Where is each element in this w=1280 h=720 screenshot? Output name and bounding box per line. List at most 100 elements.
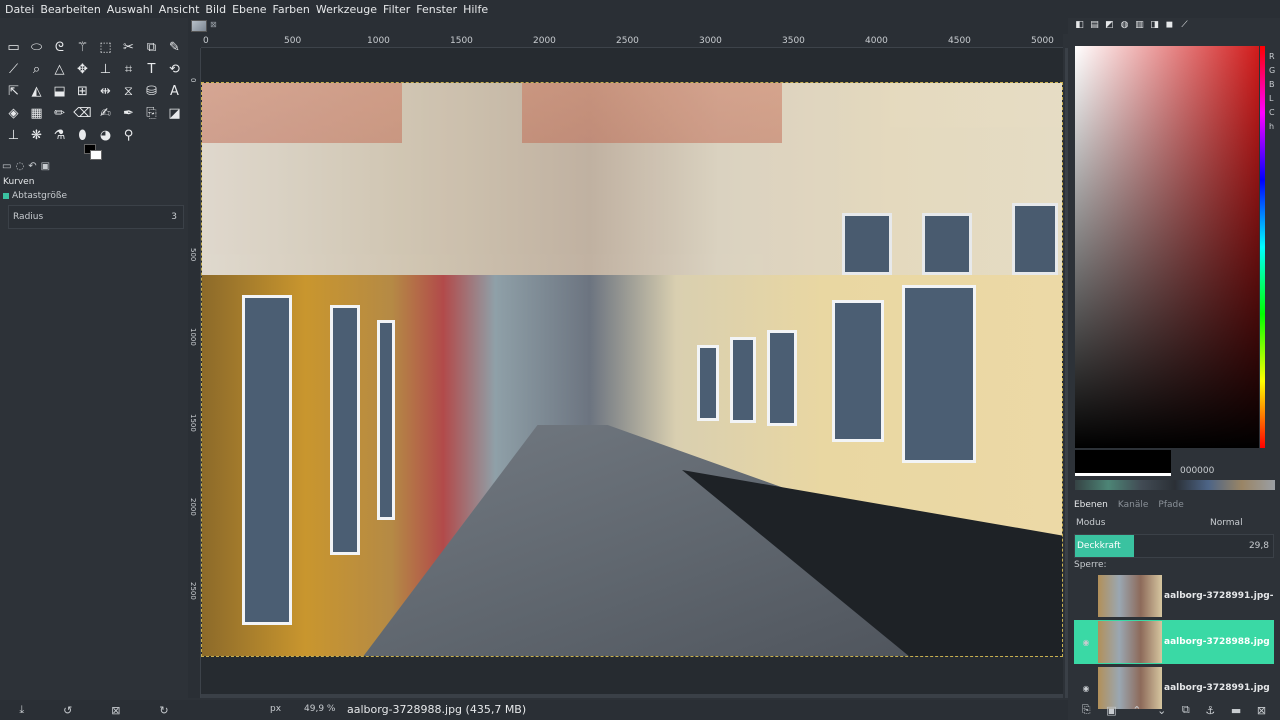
menu-werkzeuge[interactable]: Werkzeuge — [313, 3, 380, 16]
rect-select-icon[interactable]: ▭ — [2, 36, 25, 58]
hex-value[interactable]: 000000 — [1180, 466, 1214, 476]
transform-icon[interactable]: ⟲ — [163, 58, 186, 80]
channel-r[interactable]: R — [1269, 52, 1275, 61]
visibility-icon[interactable]: ◉ — [1074, 638, 1098, 647]
menu-ansicht[interactable]: Ansicht — [156, 3, 203, 16]
delete-layer-icon[interactable]: ⊠ — [1257, 704, 1266, 717]
bucket-fill-icon[interactable]: ⛁ — [140, 80, 163, 102]
cmyk-icon[interactable]: ▤ — [1089, 20, 1100, 31]
sample-size-checkbox[interactable] — [3, 193, 9, 199]
move-icon[interactable]: ✥ — [71, 58, 94, 80]
images-icon[interactable]: ▣ — [41, 161, 50, 172]
eyedropper-icon[interactable]: ⟋ — [1179, 20, 1190, 31]
zoom-icon[interactable]: ⌕ — [25, 58, 48, 80]
menu-fenster[interactable]: Fenster — [413, 3, 460, 16]
flip-icon[interactable]: ⇱ — [2, 80, 25, 102]
tool-options-icon[interactable]: ▭ — [2, 161, 11, 172]
burn-icon[interactable]: ⚲ — [117, 124, 140, 146]
stamp-icon[interactable]: ⊥ — [2, 124, 25, 146]
text-tool-icon[interactable]: A — [163, 80, 186, 102]
palette-icon[interactable]: ◨ — [1149, 20, 1160, 31]
menu-ebene[interactable]: Ebene — [229, 3, 269, 16]
channel-c[interactable]: C — [1269, 108, 1275, 117]
measure-icon[interactable]: △ — [48, 58, 71, 80]
new-layer-icon[interactable]: ⎘ — [1082, 703, 1091, 717]
scales-icon[interactable]: ▥ — [1134, 20, 1145, 31]
save-options-icon[interactable]: ⤓ — [19, 703, 24, 717]
align-icon[interactable]: ⊥ — [94, 58, 117, 80]
fill-icon[interactable]: ◈ — [2, 102, 25, 124]
tab-layers[interactable]: Ebenen — [1074, 500, 1108, 510]
image-tab-thumbnail[interactable] — [191, 20, 207, 32]
menu-hilfe[interactable]: Hilfe — [460, 3, 491, 16]
anchor-layer-icon[interactable]: ⚓ — [1205, 704, 1215, 717]
canvas-area[interactable] — [201, 48, 1063, 698]
device-status-icon[interactable]: ◌ — [15, 161, 24, 172]
menu-auswahl[interactable]: Auswahl — [104, 3, 156, 16]
airbrush-icon[interactable]: ✍ — [94, 102, 117, 124]
channel-h[interactable]: h — [1269, 122, 1275, 131]
menu-datei[interactable]: Datei — [2, 3, 37, 16]
close-icon[interactable]: ⊠ — [210, 20, 217, 29]
mode-dropdown[interactable]: Normal — [1210, 518, 1243, 528]
channel-l[interactable]: L — [1269, 94, 1275, 103]
tab-paths[interactable]: Pfade — [1158, 500, 1183, 510]
ellipse-select-icon[interactable]: ⬭ — [25, 36, 48, 58]
scissors-icon[interactable]: ✂ — [117, 36, 140, 58]
paths-icon[interactable]: ✎ — [163, 36, 186, 58]
blur-icon[interactable]: ⚗ — [48, 124, 71, 146]
visibility-icon[interactable]: ◉ — [1074, 684, 1098, 693]
ink-icon[interactable]: ✒ — [117, 102, 140, 124]
menu-bild[interactable]: Bild — [202, 3, 229, 16]
radius-field[interactable]: Radius 3 — [8, 205, 184, 229]
foreground-select-icon[interactable]: ⧉ — [140, 36, 163, 58]
layer-row[interactable]: aalborg-3728991.jpg-Kopie — [1074, 574, 1274, 618]
menu-bearbeiten[interactable]: Bearbeiten — [37, 3, 103, 16]
scale-icon[interactable]: ⊞ — [71, 80, 94, 102]
restore-icon[interactable]: ↺ — [63, 704, 72, 717]
smudge-icon[interactable]: ❋ — [25, 124, 48, 146]
reset-icon[interactable]: ↻ — [159, 704, 168, 717]
warp-icon[interactable]: ⇹ — [94, 80, 117, 102]
heal-icon[interactable]: ◪ — [163, 102, 186, 124]
opacity-slider[interactable]: Deckkraft 29,8 — [1074, 534, 1274, 558]
gimp-selector-icon[interactable]: ◧ — [1074, 20, 1085, 31]
lower-layer-icon[interactable]: ⌄ — [1157, 704, 1166, 717]
magic-wand-icon[interactable]: ⚚ — [71, 36, 94, 58]
unified-transform-icon[interactable]: ⧖ — [117, 80, 140, 102]
gradient-icon[interactable]: ▦ — [25, 102, 48, 124]
swap-colors-icon[interactable]: ◼ — [1164, 20, 1175, 31]
fuzzy-select-icon[interactable]: ⬚ — [94, 36, 117, 58]
perspective-icon[interactable]: ⬓ — [48, 80, 71, 102]
image-canvas[interactable] — [201, 82, 1063, 657]
dodge-icon[interactable]: ◕ — [94, 124, 117, 146]
cage-icon[interactable]: ◭ — [25, 80, 48, 102]
horizontal-ruler[interactable]: 0 500 1000 1500 2000 2500 3000 3500 4000… — [201, 34, 1063, 48]
drop-icon[interactable]: ⬮ — [71, 124, 94, 146]
eraser-icon[interactable]: ⌫ — [71, 102, 94, 124]
wheel-icon[interactable]: ◍ — [1119, 20, 1130, 31]
clone-icon[interactable]: ⎘ — [140, 102, 163, 124]
color-square[interactable] — [1075, 46, 1259, 448]
sample-size-row[interactable]: Abtastgröße — [3, 191, 67, 201]
ruler-corner[interactable] — [188, 34, 201, 48]
vertical-ruler[interactable]: 0 500 1000 1500 2000 2500 — [188, 48, 201, 698]
tab-channels[interactable]: Kanäle — [1118, 500, 1149, 510]
unit-selector[interactable]: px — [270, 704, 281, 714]
lasso-icon[interactable]: ᘓ — [48, 36, 71, 58]
radius-value[interactable]: 3 — [171, 212, 177, 222]
color-history-swatches[interactable] — [1075, 480, 1275, 490]
fg-bg-colors[interactable] — [84, 144, 104, 162]
horizontal-scrollbar[interactable] — [201, 694, 1063, 698]
crop-icon[interactable]: ⌗ — [117, 58, 140, 80]
background-color[interactable] — [90, 150, 102, 160]
delete-icon[interactable]: ⊠ — [111, 704, 120, 717]
new-group-icon[interactable]: ▣ — [1106, 704, 1116, 717]
mask-icon[interactable]: ▬ — [1231, 704, 1241, 717]
channel-g[interactable]: G — [1269, 66, 1275, 75]
opacity-value[interactable]: 29,8 — [1249, 541, 1269, 551]
menu-filter[interactable]: Filter — [380, 3, 413, 16]
undo-history-icon[interactable]: ↶ — [28, 161, 36, 172]
channel-b[interactable]: B — [1269, 80, 1275, 89]
watercolor-icon[interactable]: ◩ — [1104, 20, 1115, 31]
